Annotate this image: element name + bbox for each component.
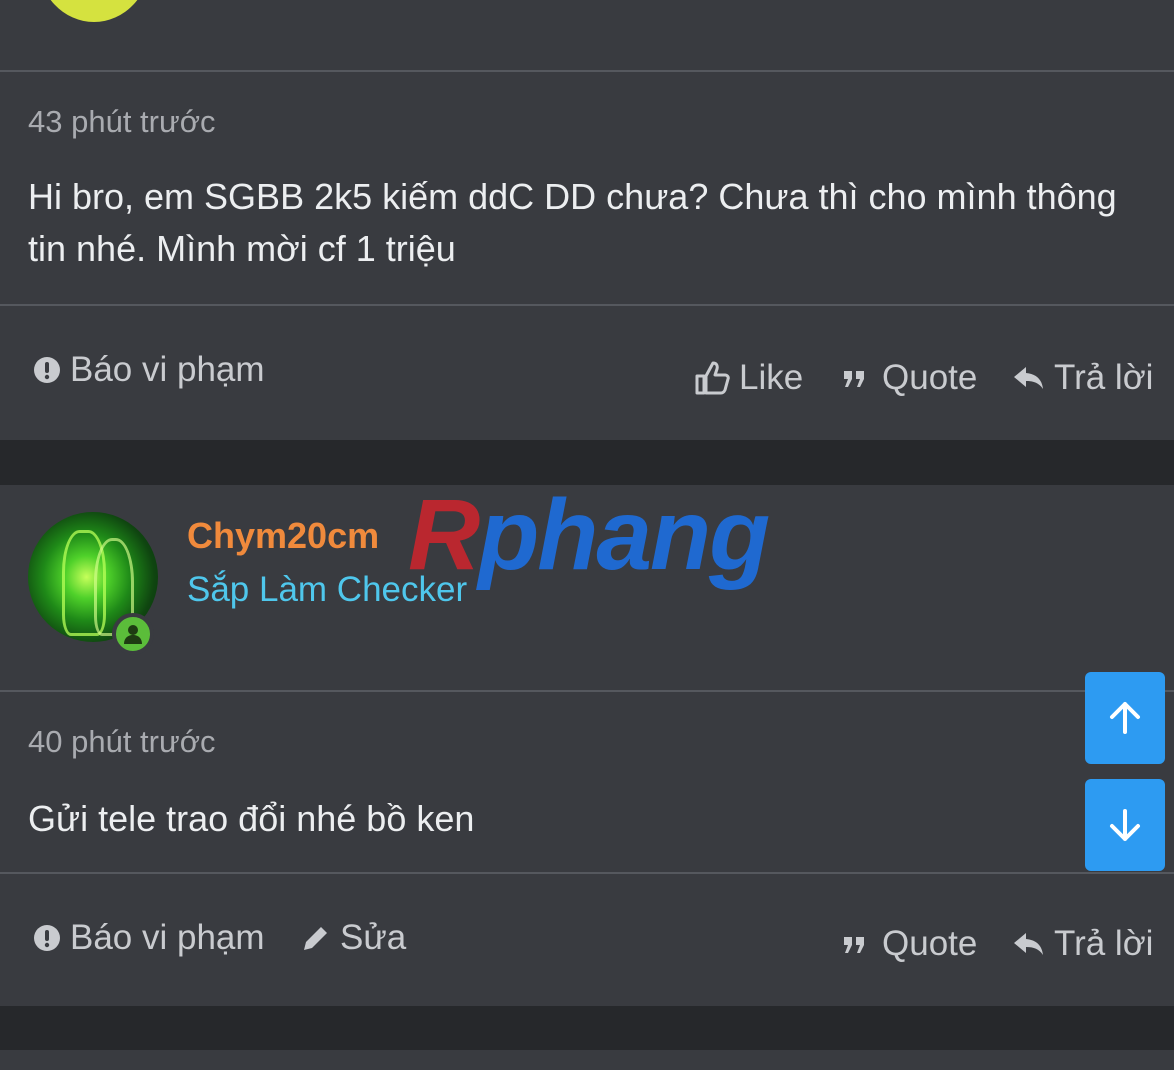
post-1-footer: Báo vi phạm Like Quote Trả lời: [0, 306, 1174, 440]
scroll-up-button[interactable]: [1085, 672, 1165, 764]
arrow-up-icon: [1110, 702, 1140, 734]
quote-label: Quote: [882, 358, 978, 397]
watermark-logo: Rphang: [408, 478, 770, 593]
report-button[interactable]: Báo vi phạm: [32, 918, 265, 958]
watermark-text: phang: [478, 479, 770, 591]
reply-button[interactable]: Trả lời: [1012, 924, 1153, 964]
online-status-badge: [112, 613, 154, 655]
user-icon: [124, 625, 142, 644]
reply-icon: [1014, 367, 1043, 389]
like-label: Like: [739, 358, 804, 397]
post-1-body: 43 phút trước Hi bro, em SGBB 2k5 kiếm d…: [0, 72, 1174, 304]
thread-page: 43 phút trước Hi bro, em SGBB 2k5 kiếm d…: [0, 0, 1174, 1070]
post-time[interactable]: 43 phút trước: [28, 104, 216, 140]
reply-button[interactable]: Trả lời: [1012, 358, 1153, 398]
pencil-icon: [304, 927, 327, 950]
post-header-partial: [0, 0, 1174, 70]
reply-label: Trả lời: [1054, 358, 1154, 397]
username-link[interactable]: Chym20cm: [187, 515, 379, 557]
quote-button[interactable]: Quote: [840, 358, 977, 398]
quote-button[interactable]: Quote: [840, 924, 977, 964]
alert-icon: [34, 925, 60, 951]
thumbs-up-icon: [695, 361, 730, 395]
post-next-partial: [0, 1050, 1174, 1070]
post-message: Gửi tele trao đổi nhé bồ ken: [28, 798, 475, 839]
report-label: Báo vi phạm: [70, 918, 265, 957]
scroll-down-button[interactable]: [1085, 779, 1165, 871]
post-time[interactable]: 40 phút trước: [28, 724, 216, 760]
reply-icon: [1014, 933, 1043, 955]
post-message: Hi bro, em SGBB 2k5 kiếm ddC DD chưa? Ch…: [28, 176, 1117, 269]
report-button[interactable]: Báo vi phạm: [32, 350, 265, 390]
arrow-down-icon: [1110, 809, 1140, 841]
post-2-footer: Báo vi phạm Sửa Quote Trả lời: [0, 874, 1174, 1006]
watermark-letter: R: [408, 479, 480, 591]
quote-icon: [844, 937, 864, 953]
reply-label: Trả lời: [1054, 924, 1154, 963]
edit-button[interactable]: Sửa: [300, 918, 406, 958]
quote-icon: [844, 371, 864, 387]
quote-label: Quote: [882, 924, 978, 963]
alert-icon: [34, 357, 60, 383]
edit-label: Sửa: [340, 918, 407, 957]
report-label: Báo vi phạm: [70, 350, 265, 389]
post-2-body: 40 phút trước Gửi tele trao đổi nhé bồ k…: [0, 692, 1174, 872]
like-button[interactable]: Like: [693, 358, 803, 398]
avatar-partial[interactable]: [38, 0, 150, 22]
